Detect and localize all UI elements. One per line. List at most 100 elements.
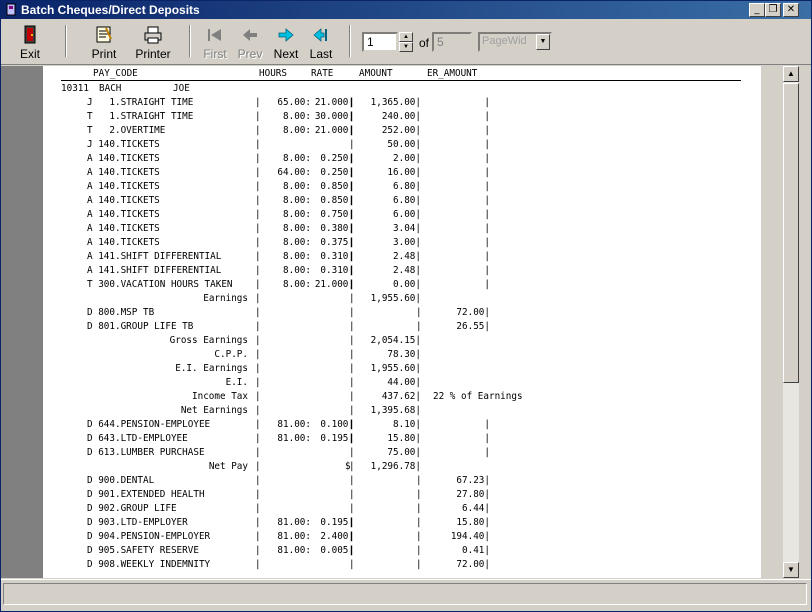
col-sep: | <box>255 349 261 360</box>
er-amount-value: | <box>484 139 490 150</box>
er-amount-value: | <box>484 153 490 164</box>
header-rate: RATE <box>311 68 334 79</box>
summary-label: Earnings <box>203 293 248 304</box>
first-page-button[interactable]: First <box>201 23 229 63</box>
last-page-icon <box>313 28 327 42</box>
er-amount-value: | <box>484 237 490 248</box>
prev-label: Prev <box>237 47 263 61</box>
zoom-select[interactable]: PageWid ▼ <box>478 32 552 52</box>
col-sep: | <box>255 307 261 318</box>
er-amount-value: 72.00| <box>456 559 490 570</box>
er-amount-value: | <box>484 279 490 290</box>
col-sep: | <box>255 293 261 304</box>
close-button[interactable]: ✕ <box>783 3 799 17</box>
header-underline <box>61 80 741 81</box>
header-hours: HOURS <box>259 68 287 79</box>
amount-value: 240.00| <box>381 111 421 122</box>
toolbar-separator <box>189 25 191 57</box>
scroll-down-icon[interactable]: ▼ <box>783 562 799 578</box>
chevron-down-icon[interactable]: ▼ <box>536 34 550 50</box>
page-spinner[interactable]: ▲ ▼ <box>399 32 413 52</box>
er-amount-value: | <box>484 111 490 122</box>
col-sep: | <box>255 377 261 388</box>
page-number-input[interactable]: 1 <box>362 32 398 52</box>
status-panel <box>3 583 807 605</box>
pay-code: A 140.TICKETS <box>87 181 160 192</box>
amount-value: 8.10| <box>393 419 421 430</box>
col-sep: | <box>349 405 355 416</box>
pay-code: T 300.VACATION HOURS TAKEN <box>87 279 233 290</box>
pay-code: A 140.TICKETS <box>87 167 160 178</box>
printer-button[interactable]: Printer <box>131 23 175 63</box>
summary-label: Net Earnings <box>180 405 248 416</box>
col-sep: | <box>349 461 355 472</box>
last-page-button[interactable]: Last <box>306 23 336 63</box>
col-sep: | <box>255 391 261 402</box>
restore-button[interactable]: ❐ <box>765 3 781 17</box>
first-page-icon <box>208 29 221 41</box>
rate-value: 0.195| <box>320 517 354 528</box>
amount-value: 3.04| <box>393 223 421 234</box>
prev-page-button[interactable]: Prev <box>235 23 265 63</box>
header-er-amount: ER_AMOUNT <box>427 68 478 79</box>
er-amount-value: 26.55| <box>456 321 490 332</box>
scroll-thumb[interactable] <box>783 83 799 383</box>
amount-value: 0.00| <box>393 279 421 290</box>
title-bar: Batch Cheques/Direct Deposits _ ❐ ✕ <box>1 1 811 19</box>
pay-code: D 908.WEEKLY INDEMNITY <box>87 559 211 570</box>
vertical-scrollbar[interactable]: ▲ ▼ <box>761 66 811 578</box>
col-sep: | <box>349 377 355 388</box>
amount-value: 6.80| <box>393 181 421 192</box>
exit-button[interactable]: Exit <box>15 23 45 63</box>
er-amount-value: | <box>484 97 490 108</box>
minimize-button[interactable]: _ <box>749 3 765 17</box>
amount-value: 16.00| <box>387 167 421 178</box>
next-page-button[interactable]: Next <box>271 23 301 63</box>
of-label: of <box>419 36 430 50</box>
er-amount-value: | <box>484 167 490 178</box>
print-button[interactable]: Print <box>87 23 121 63</box>
pay-code: T 2.OVERTIME <box>87 125 166 136</box>
er-amount-value: | <box>484 447 490 458</box>
col-sep: | <box>349 559 355 570</box>
total-pages-field: 5 <box>432 32 472 52</box>
pay-code: D 903.LTD-EMPLOYER <box>87 517 188 528</box>
report-page: PAY_CODE HOURS RATE AMOUNT ER_AMOUNT 10311 BAC… <box>43 66 761 578</box>
er-amount-value: | <box>484 251 490 262</box>
exit-label: Exit <box>19 47 40 61</box>
er-amount-value: 0.41| <box>462 545 490 556</box>
spin-up-icon[interactable]: ▲ <box>399 32 413 42</box>
pay-code: T 1.STRAIGHT TIME <box>87 111 194 122</box>
amount-value: 2.48| <box>393 251 421 262</box>
zoom-value: PageWid <box>482 35 527 47</box>
pay-code: J 140.TICKETS <box>87 139 160 150</box>
col-sep: | <box>255 447 261 458</box>
spin-down-icon[interactable]: ▼ <box>399 42 413 52</box>
toolbar-separator <box>349 25 351 57</box>
amount-value: 2.48| <box>393 265 421 276</box>
pay-code: D 901.EXTENDED HEALTH <box>87 489 205 500</box>
col-sep: | <box>255 363 261 374</box>
col-sep: | <box>349 293 355 304</box>
amount-value: 6.80| <box>393 195 421 206</box>
amount-value: 1,365.00| <box>370 97 421 108</box>
er-amount-value: 67.23| <box>456 475 490 486</box>
scroll-up-icon[interactable]: ▲ <box>783 66 799 82</box>
pay-code: D 902.GROUP LIFE <box>87 503 177 514</box>
print-preview-icon <box>96 26 112 43</box>
pay-code: A 141.SHIFT DIFFERENTIAL <box>87 251 222 262</box>
er-amount-value: 72.00| <box>456 307 490 318</box>
col-sep: | <box>255 503 261 514</box>
summary-label: Gross Earnings <box>169 335 248 346</box>
rate-value: 0.005| <box>320 545 354 556</box>
status-bar <box>1 579 811 611</box>
col-sep: | <box>255 321 261 332</box>
col-sep: | <box>349 489 355 500</box>
er-amount-value: | <box>484 209 490 220</box>
col-sep: | <box>255 475 261 486</box>
col-sep: | <box>349 503 355 514</box>
pay-code: A 140.TICKETS <box>87 195 160 206</box>
pay-code: D 613.LUMBER PURCHASE <box>87 447 205 458</box>
pay-code: A 140.TICKETS <box>87 153 160 164</box>
header-pay-code: PAY_CODE <box>93 68 138 79</box>
